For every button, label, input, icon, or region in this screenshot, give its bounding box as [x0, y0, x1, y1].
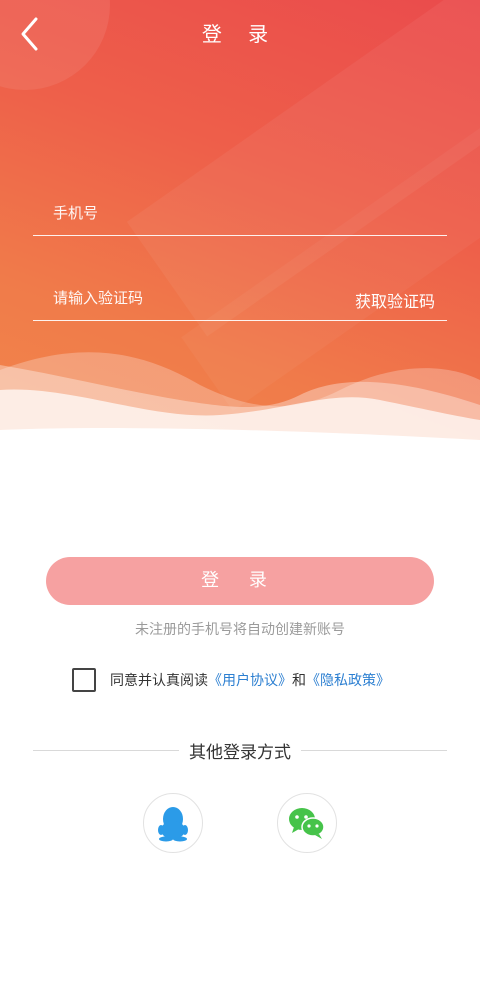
agreement-and: 和: [292, 673, 306, 689]
wave-decoration: [0, 352, 480, 520]
other-login-divider: 其他登录方式: [33, 738, 447, 763]
wechat-login-button[interactable]: [277, 793, 337, 853]
verification-code-field: 获取验证码: [33, 280, 447, 321]
agreement-row: 同意并认真阅读 《用户协议》 和 《隐私政策》: [72, 667, 390, 693]
phone-input[interactable]: [33, 195, 313, 231]
phone-field: [33, 195, 447, 236]
divider-line: [33, 749, 179, 751]
login-button[interactable]: 登 录: [46, 557, 434, 605]
qq-login-button[interactable]: [143, 793, 203, 853]
other-login-title: 其他登录方式: [189, 742, 291, 763]
agreement-checkbox[interactable]: [72, 668, 96, 692]
header-hero: 登 录 获取验证码: [0, 0, 480, 520]
auto-register-note: 未注册的手机号将自动创建新账号: [135, 622, 345, 638]
page-title: 登 录: [201, 22, 279, 46]
wechat-icon: [289, 808, 325, 839]
get-code-button[interactable]: 获取验证码: [355, 288, 435, 312]
divider-line: [301, 749, 447, 751]
qq-icon: [158, 807, 188, 842]
privacy-policy-link[interactable]: 《隐私政策》: [306, 670, 390, 690]
agreement-prefix: 同意并认真阅读: [110, 673, 208, 689]
user-agreement-link[interactable]: 《用户协议》: [208, 670, 292, 690]
verification-code-input[interactable]: [33, 280, 313, 316]
